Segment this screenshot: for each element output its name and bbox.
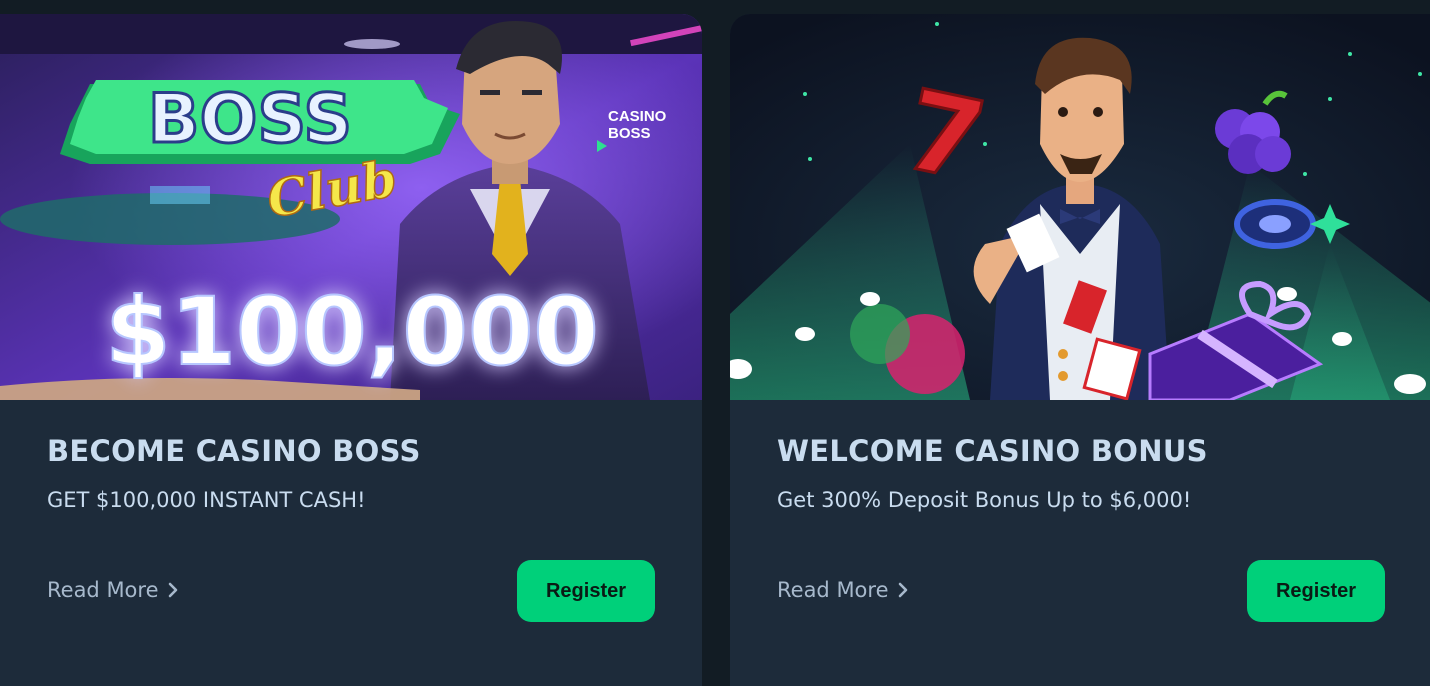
welcome-bonus-banner-art: 7: [730, 14, 1430, 400]
read-more-label: Read More: [47, 578, 159, 602]
promo-card-welcome-bonus: 7 WELCOME CASINO BONUS Get 300% Deposit …: [730, 14, 1430, 686]
read-more-link[interactable]: Read More: [777, 578, 909, 602]
register-button[interactable]: Register: [1247, 560, 1385, 622]
casino-boss-banner-art: BOSS Club CASINO BOSS $100,000: [0, 14, 702, 400]
logo-boss-text: BOSS: [148, 80, 353, 159]
svg-text:CASINO: CASINO: [608, 108, 667, 125]
read-more-link[interactable]: Read More: [47, 578, 179, 602]
bonus-amount-text: $100,000: [105, 278, 599, 387]
register-button[interactable]: Register: [517, 560, 655, 622]
promo-card-casino-boss: BOSS Club CASINO BOSS $100,000 BECOME CA…: [0, 14, 702, 686]
card-title: WELCOME CASINO BONUS: [777, 434, 1208, 468]
chevron-right-icon: [168, 582, 177, 598]
chevron-right-icon: [898, 582, 907, 598]
card-subtitle: Get 300% Deposit Bonus Up to $6,000!: [777, 488, 1192, 512]
read-more-label: Read More: [777, 578, 889, 602]
welcome-bonus-banner[interactable]: 7: [730, 14, 1430, 400]
svg-text:BOSS: BOSS: [608, 125, 651, 142]
card-title: BECOME CASINO BOSS: [47, 434, 421, 468]
card-subtitle: GET $100,000 INSTANT CASH!: [47, 488, 366, 512]
casino-boss-banner[interactable]: BOSS Club CASINO BOSS $100,000: [0, 14, 702, 400]
